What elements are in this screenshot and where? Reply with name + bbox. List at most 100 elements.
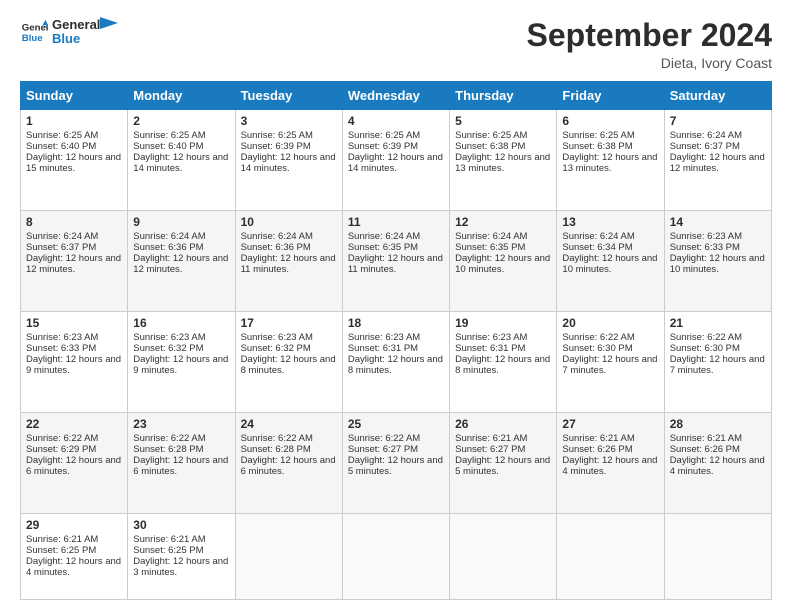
table-row: 5Sunrise: 6:25 AMSunset: 6:38 PMDaylight… <box>450 110 557 211</box>
table-row: 28Sunrise: 6:21 AMSunset: 6:26 PMDayligh… <box>664 412 771 513</box>
sunrise-text: Sunrise: 6:24 AM <box>670 130 742 141</box>
sunrise-text: Sunrise: 6:23 AM <box>348 332 420 343</box>
table-row: 24Sunrise: 6:22 AMSunset: 6:28 PMDayligh… <box>235 412 342 513</box>
day-number: 2 <box>133 114 229 128</box>
daylight-text: Daylight: 12 hours and 9 minutes. <box>133 354 228 376</box>
table-row: 4Sunrise: 6:25 AMSunset: 6:39 PMDaylight… <box>342 110 449 211</box>
daylight-text: Daylight: 12 hours and 10 minutes. <box>562 253 657 275</box>
day-number: 10 <box>241 215 337 229</box>
day-number: 5 <box>455 114 551 128</box>
table-row: 1Sunrise: 6:25 AMSunset: 6:40 PMDaylight… <box>21 110 128 211</box>
day-number: 29 <box>26 518 122 532</box>
daylight-text: Daylight: 12 hours and 8 minutes. <box>455 354 550 376</box>
sunrise-text: Sunrise: 6:22 AM <box>26 433 98 444</box>
sunset-text: Sunset: 6:39 PM <box>241 141 311 152</box>
table-row: 25Sunrise: 6:22 AMSunset: 6:27 PMDayligh… <box>342 412 449 513</box>
daylight-text: Daylight: 12 hours and 9 minutes. <box>26 354 121 376</box>
sunrise-text: Sunrise: 6:24 AM <box>26 231 98 242</box>
sunrise-text: Sunrise: 6:22 AM <box>241 433 313 444</box>
day-number: 26 <box>455 417 551 431</box>
table-row: 8Sunrise: 6:24 AMSunset: 6:37 PMDaylight… <box>21 211 128 312</box>
sunset-text: Sunset: 6:25 PM <box>26 545 96 556</box>
sunrise-text: Sunrise: 6:24 AM <box>348 231 420 242</box>
daylight-text: Daylight: 12 hours and 12 minutes. <box>133 253 228 275</box>
table-row: 22Sunrise: 6:22 AMSunset: 6:29 PMDayligh… <box>21 412 128 513</box>
sunrise-text: Sunrise: 6:23 AM <box>133 332 205 343</box>
sunset-text: Sunset: 6:27 PM <box>455 444 525 455</box>
header: General Blue General Blue September 2024… <box>20 18 772 71</box>
sunrise-text: Sunrise: 6:21 AM <box>562 433 634 444</box>
logo-icon: General Blue <box>20 18 48 46</box>
day-number: 27 <box>562 417 658 431</box>
day-number: 18 <box>348 316 444 330</box>
sunset-text: Sunset: 6:36 PM <box>133 242 203 253</box>
day-number: 9 <box>133 215 229 229</box>
day-number: 7 <box>670 114 766 128</box>
daylight-text: Daylight: 12 hours and 5 minutes. <box>455 455 550 477</box>
daylight-text: Daylight: 12 hours and 10 minutes. <box>455 253 550 275</box>
col-wednesday: Wednesday <box>342 82 449 110</box>
sunset-text: Sunset: 6:36 PM <box>241 242 311 253</box>
sunset-text: Sunset: 6:28 PM <box>133 444 203 455</box>
daylight-text: Daylight: 12 hours and 4 minutes. <box>562 455 657 477</box>
table-row <box>450 513 557 599</box>
daylight-text: Daylight: 12 hours and 11 minutes. <box>348 253 443 275</box>
day-number: 4 <box>348 114 444 128</box>
day-number: 16 <box>133 316 229 330</box>
day-number: 6 <box>562 114 658 128</box>
page: General Blue General Blue September 2024… <box>0 0 792 612</box>
sunrise-text: Sunrise: 6:24 AM <box>455 231 527 242</box>
sunrise-text: Sunrise: 6:24 AM <box>133 231 205 242</box>
col-sunday: Sunday <box>21 82 128 110</box>
sunrise-text: Sunrise: 6:25 AM <box>241 130 313 141</box>
sunrise-text: Sunrise: 6:24 AM <box>562 231 634 242</box>
sunrise-text: Sunrise: 6:22 AM <box>670 332 742 343</box>
col-tuesday: Tuesday <box>235 82 342 110</box>
daylight-text: Daylight: 12 hours and 11 minutes. <box>241 253 336 275</box>
sunset-text: Sunset: 6:40 PM <box>133 141 203 152</box>
daylight-text: Daylight: 12 hours and 15 minutes. <box>26 152 121 174</box>
table-row: 7Sunrise: 6:24 AMSunset: 6:37 PMDaylight… <box>664 110 771 211</box>
sunrise-text: Sunrise: 6:25 AM <box>348 130 420 141</box>
daylight-text: Daylight: 12 hours and 8 minutes. <box>241 354 336 376</box>
table-row <box>235 513 342 599</box>
sunrise-text: Sunrise: 6:21 AM <box>26 534 98 545</box>
sunset-text: Sunset: 6:35 PM <box>455 242 525 253</box>
sunrise-text: Sunrise: 6:24 AM <box>241 231 313 242</box>
table-row: 18Sunrise: 6:23 AMSunset: 6:31 PMDayligh… <box>342 312 449 413</box>
sunset-text: Sunset: 6:37 PM <box>26 242 96 253</box>
day-number: 20 <box>562 316 658 330</box>
sunrise-text: Sunrise: 6:22 AM <box>348 433 420 444</box>
sunset-text: Sunset: 6:32 PM <box>241 343 311 354</box>
sunrise-text: Sunrise: 6:21 AM <box>133 534 205 545</box>
location: Dieta, Ivory Coast <box>527 55 772 71</box>
day-number: 14 <box>670 215 766 229</box>
daylight-text: Daylight: 12 hours and 3 minutes. <box>133 556 228 578</box>
day-number: 28 <box>670 417 766 431</box>
daylight-text: Daylight: 12 hours and 6 minutes. <box>26 455 121 477</box>
day-number: 22 <box>26 417 122 431</box>
sunrise-text: Sunrise: 6:25 AM <box>133 130 205 141</box>
logo-general: General <box>52 18 100 32</box>
sunset-text: Sunset: 6:38 PM <box>562 141 632 152</box>
table-row: 9 Sunrise: 6:24 AMSunset: 6:36 PMDaylight… <box>128 211 235 312</box>
table-row: 26Sunrise: 6:21 AMSunset: 6:27 PMDayligh… <box>450 412 557 513</box>
sunset-text: Sunset: 6:25 PM <box>133 545 203 556</box>
table-row: 29Sunrise: 6:21 AMSunset: 6:25 PMDayligh… <box>21 513 128 599</box>
table-row: 21Sunrise: 6:22 AMSunset: 6:30 PMDayligh… <box>664 312 771 413</box>
sunset-text: Sunset: 6:31 PM <box>348 343 418 354</box>
daylight-text: Daylight: 12 hours and 13 minutes. <box>562 152 657 174</box>
col-thursday: Thursday <box>450 82 557 110</box>
table-row: 6 Sunrise: 6:25 AMSunset: 6:38 PMDaylight… <box>557 110 664 211</box>
col-monday: Monday <box>128 82 235 110</box>
logo-blue: Blue <box>52 32 100 46</box>
sunset-text: Sunset: 6:30 PM <box>562 343 632 354</box>
col-friday: Friday <box>557 82 664 110</box>
day-number: 11 <box>348 215 444 229</box>
sunset-text: Sunset: 6:40 PM <box>26 141 96 152</box>
sunrise-text: Sunrise: 6:25 AM <box>562 130 634 141</box>
daylight-text: Daylight: 12 hours and 5 minutes. <box>348 455 443 477</box>
sunset-text: Sunset: 6:26 PM <box>670 444 740 455</box>
table-row: 3Sunrise: 6:25 AMSunset: 6:39 PMDaylight… <box>235 110 342 211</box>
calendar-table: Sunday Monday Tuesday Wednesday Thursday… <box>20 81 772 600</box>
